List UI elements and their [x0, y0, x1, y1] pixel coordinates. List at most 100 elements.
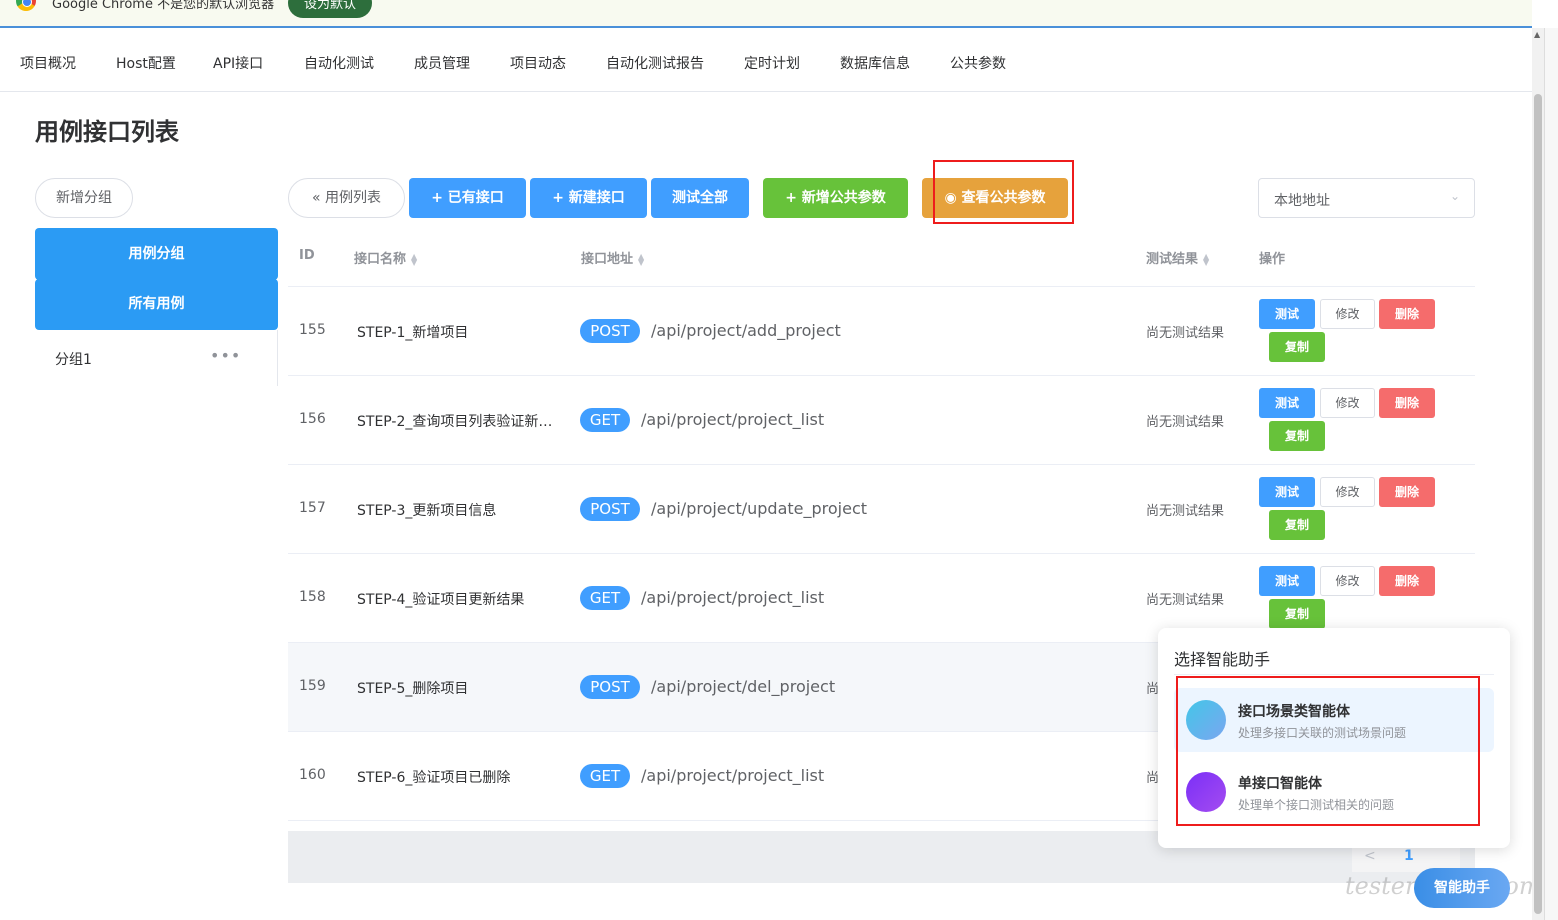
method-badge: POST	[580, 319, 640, 343]
col-name-label: 接口名称	[354, 252, 407, 267]
delete-button[interactable]: 删除	[1379, 566, 1435, 596]
method-badge: GET	[580, 586, 630, 610]
popup-divider	[1174, 674, 1494, 675]
col-result[interactable]: 测试结果 ▲ ▼	[1146, 248, 1209, 267]
cell-name: STEP-3_更新项目信息	[357, 503, 497, 519]
chevron-down-icon: ⌄	[1449, 189, 1460, 203]
infobar-message: Google Chrome 不是您的默认浏览器	[52, 0, 275, 12]
method-badge: POST	[580, 497, 640, 521]
col-url[interactable]: 接口地址 ▲ ▼	[581, 248, 644, 267]
col-id: ID	[299, 248, 315, 263]
edit-button[interactable]: 修改	[1320, 477, 1375, 507]
nav-item-report[interactable]: 自动化测试报告	[606, 53, 704, 73]
nav-item-overview[interactable]: 项目概况	[20, 53, 76, 73]
default-browser-infobar: Google Chrome 不是您的默认浏览器 设为默认	[0, 0, 1532, 28]
delete-button[interactable]: 删除	[1379, 477, 1435, 507]
table-row: 157 STEP-3_更新项目信息 POST/api/project/update_…	[288, 465, 1475, 554]
nav-item-host[interactable]: Host配置	[116, 53, 176, 73]
sort-icon[interactable]: ▲ ▼	[1203, 252, 1209, 266]
add-public-param-button[interactable]: + 新增公共参数	[763, 178, 908, 218]
col-url-label: 接口地址	[581, 252, 634, 267]
nav-item-schedule[interactable]: 定时计划	[744, 53, 800, 73]
cell-result: 尚无测试结果	[1146, 593, 1225, 608]
env-select-value: 本地地址	[1274, 193, 1330, 209]
cell-id: 155	[299, 322, 326, 338]
group-item-label[interactable]: 分组1	[55, 349, 92, 369]
existing-api-button[interactable]: + 已有接口	[409, 178, 526, 218]
env-select[interactable]: 本地地址 ⌄	[1258, 178, 1475, 218]
nav-item-members[interactable]: 成员管理	[414, 53, 470, 73]
cell-url: /api/project/project_list	[641, 410, 825, 429]
test-button[interactable]: 测试	[1259, 477, 1315, 507]
copy-button[interactable]: 复制	[1269, 510, 1325, 540]
nav-item-api[interactable]: API接口	[213, 53, 263, 73]
highlight-box-agents	[1176, 676, 1480, 826]
cell-id: 160	[299, 767, 326, 783]
popup-title: 选择智能助手	[1174, 650, 1271, 669]
col-action: 操作	[1259, 252, 1286, 267]
table-row: 155 STEP-1_新增项目 POST/api/project/add_proje…	[288, 287, 1475, 376]
cell-result: 尚无测试结果	[1146, 504, 1225, 519]
cell-id: 158	[299, 589, 326, 605]
cell-name: STEP-6_验证项目已删除	[357, 770, 511, 786]
cell-url: /api/project/project_list	[641, 588, 825, 607]
prev-page-icon[interactable]: <	[1364, 848, 1376, 864]
highlight-box-public-param	[933, 160, 1074, 224]
test-all-button[interactable]: 测试全部	[651, 178, 749, 218]
nav-item-automation[interactable]: 自动化测试	[304, 53, 374, 73]
sort-icon[interactable]: ▲ ▼	[638, 252, 644, 266]
nav-item-activity[interactable]: 项目动态	[510, 53, 566, 73]
delete-button[interactable]: 删除	[1379, 388, 1435, 418]
nav-item-database[interactable]: 数据库信息	[840, 53, 910, 73]
table-row: 156 STEP-2_查询项目列表验证新增项目 GET/api/project/pr…	[288, 376, 1475, 465]
edit-button[interactable]: 修改	[1320, 566, 1375, 596]
cell-result: 尚无测试结果	[1146, 326, 1225, 341]
page-scrollbar[interactable]: ▲	[1532, 28, 1544, 920]
cell-name: STEP-1_新增项目	[357, 325, 469, 341]
delete-button[interactable]: 删除	[1379, 299, 1435, 329]
scroll-up-icon[interactable]: ▲	[1534, 30, 1540, 39]
new-group-button[interactable]: 新增分组	[35, 178, 133, 218]
new-api-button[interactable]: + 新建接口	[530, 178, 647, 218]
copy-button[interactable]: 复制	[1269, 332, 1325, 362]
case-group-header[interactable]: 用例分组	[35, 228, 278, 280]
set-default-button[interactable]: 设为默认	[288, 0, 372, 18]
col-result-label: 测试结果	[1146, 252, 1199, 267]
table-header: ID 接口名称 ▲ ▼ 接口地址 ▲ ▼ 测试结果 ▲ ▼ 操作	[288, 230, 1475, 287]
nav-item-public-params[interactable]: 公共参数	[950, 53, 1006, 73]
method-badge: POST	[580, 675, 640, 699]
app-root: Google Chrome 不是您的默认浏览器 设为默认 项目概况 Host配置…	[0, 0, 1558, 920]
cell-url: /api/project/project_list	[641, 766, 825, 785]
cell-url: /api/project/update_project	[651, 499, 868, 518]
assistant-fab-button[interactable]: 智能助手	[1414, 868, 1510, 908]
method-badge: GET	[580, 408, 630, 432]
copy-button[interactable]: 复制	[1269, 599, 1325, 629]
page-number-current[interactable]: 1	[1404, 848, 1414, 864]
cell-url: /api/project/add_project	[651, 321, 841, 340]
back-to-case-list-button[interactable]: « 用例列表	[288, 178, 405, 218]
cell-result: 尚无测试结果	[1146, 415, 1225, 430]
copy-button[interactable]: 复制	[1269, 421, 1325, 451]
cell-id: 159	[299, 678, 326, 694]
window-edge	[1544, 28, 1558, 920]
test-button[interactable]: 测试	[1259, 299, 1315, 329]
top-nav: 项目概况 Host配置 API接口 自动化测试 成员管理 项目动态 自动化测试报…	[0, 31, 1532, 92]
edit-button[interactable]: 修改	[1320, 299, 1375, 329]
test-button[interactable]: 测试	[1259, 566, 1315, 596]
group-more-icon[interactable]: •••	[210, 346, 241, 365]
cell-name: STEP-5_删除项目	[357, 681, 469, 697]
cell-id: 157	[299, 500, 326, 516]
method-badge: GET	[580, 764, 630, 788]
col-name[interactable]: 接口名称 ▲ ▼	[354, 248, 417, 267]
sidebar-divider	[277, 330, 278, 386]
scroll-thumb[interactable]	[1534, 94, 1542, 914]
chrome-logo-icon	[16, 0, 36, 11]
all-cases-item[interactable]: 所有用例	[35, 279, 278, 330]
cell-name: STEP-4_验证项目更新结果	[357, 592, 525, 608]
cell-id: 156	[299, 411, 326, 427]
page-title: 用例接口列表	[35, 118, 179, 146]
test-button[interactable]: 测试	[1259, 388, 1315, 418]
sort-icon[interactable]: ▲ ▼	[411, 252, 417, 266]
cell-url: /api/project/del_project	[651, 677, 836, 696]
edit-button[interactable]: 修改	[1320, 388, 1375, 418]
